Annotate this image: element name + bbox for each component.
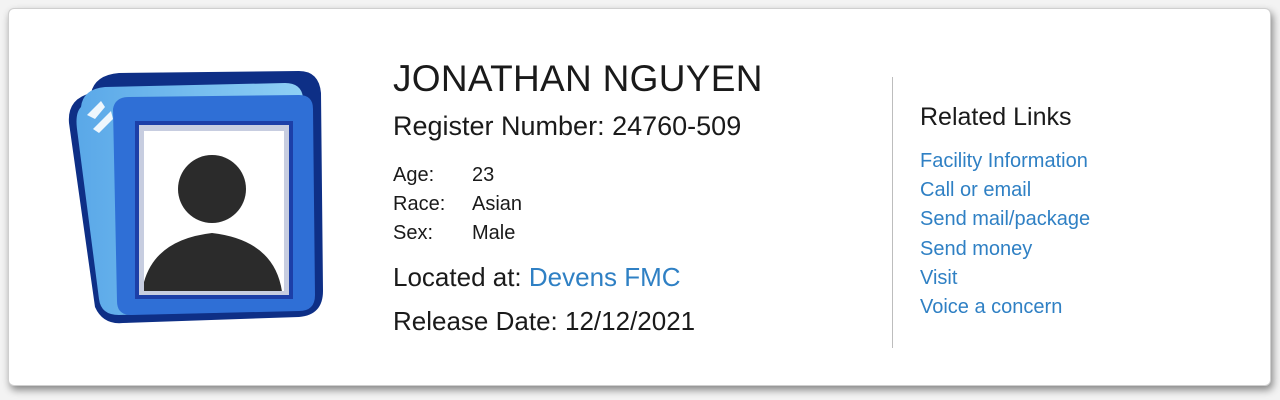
register-number: Register Number: 24760-509 [393, 109, 763, 143]
list-item: Send money [920, 235, 1090, 264]
related-links-title: Related Links [920, 103, 1072, 131]
location-label: Located at: [393, 262, 522, 292]
facility-link[interactable]: Devens FMC [529, 262, 681, 292]
vertical-divider [892, 77, 893, 348]
inmate-card: JONATHAN NGUYEN Register Number: 24760-5… [8, 8, 1271, 386]
list-item: Voice a concern [920, 293, 1090, 322]
list-item: Send mail/package [920, 205, 1090, 234]
list-item: Facility Information [920, 147, 1090, 176]
detail-label: Sex: [393, 222, 434, 244]
details-table: Age: 23 Race: Asian Sex: Male [393, 161, 522, 248]
visit-link[interactable]: Visit [920, 267, 957, 289]
send-mail-package-link[interactable]: Send mail/package [920, 208, 1090, 230]
list-item: Visit [920, 264, 1090, 293]
call-or-email-link[interactable]: Call or email [920, 179, 1031, 201]
detail-label: Age: [393, 164, 435, 186]
detail-value: 23 [472, 164, 495, 186]
register-number-label: Register Number: [393, 111, 605, 141]
release-date-value: 12/12/2021 [565, 306, 696, 336]
list-item: Call or email [920, 176, 1090, 205]
detail-value: Male [472, 222, 516, 244]
inmate-name: JONATHAN NGUYEN [393, 58, 763, 99]
voice-a-concern-link[interactable]: Voice a concern [920, 296, 1062, 318]
detail-label: Race: [393, 193, 446, 215]
register-number-value: 24760-509 [612, 111, 742, 141]
detail-value: Asian [472, 193, 523, 215]
release-date: Release Date: 12/12/2021 [393, 304, 763, 338]
release-date-label: Release Date: [393, 306, 558, 336]
detail-row-race: Race: Asian [393, 190, 522, 219]
location: Located at: Devens FMC [393, 260, 763, 294]
send-money-link[interactable]: Send money [920, 238, 1032, 260]
facility-information-link[interactable]: Facility Information [920, 150, 1088, 172]
person-silhouette-icon [68, 71, 323, 324]
detail-row-sex: Sex: Male [393, 219, 522, 248]
related-links-panel: Related Links Facility Information Call … [920, 101, 1090, 322]
inmate-info: JONATHAN NGUYEN Register Number: 24760-5… [393, 57, 763, 338]
detail-row-age: Age: 23 [393, 161, 522, 190]
related-links-list: Facility Information Call or email Send … [920, 147, 1090, 322]
